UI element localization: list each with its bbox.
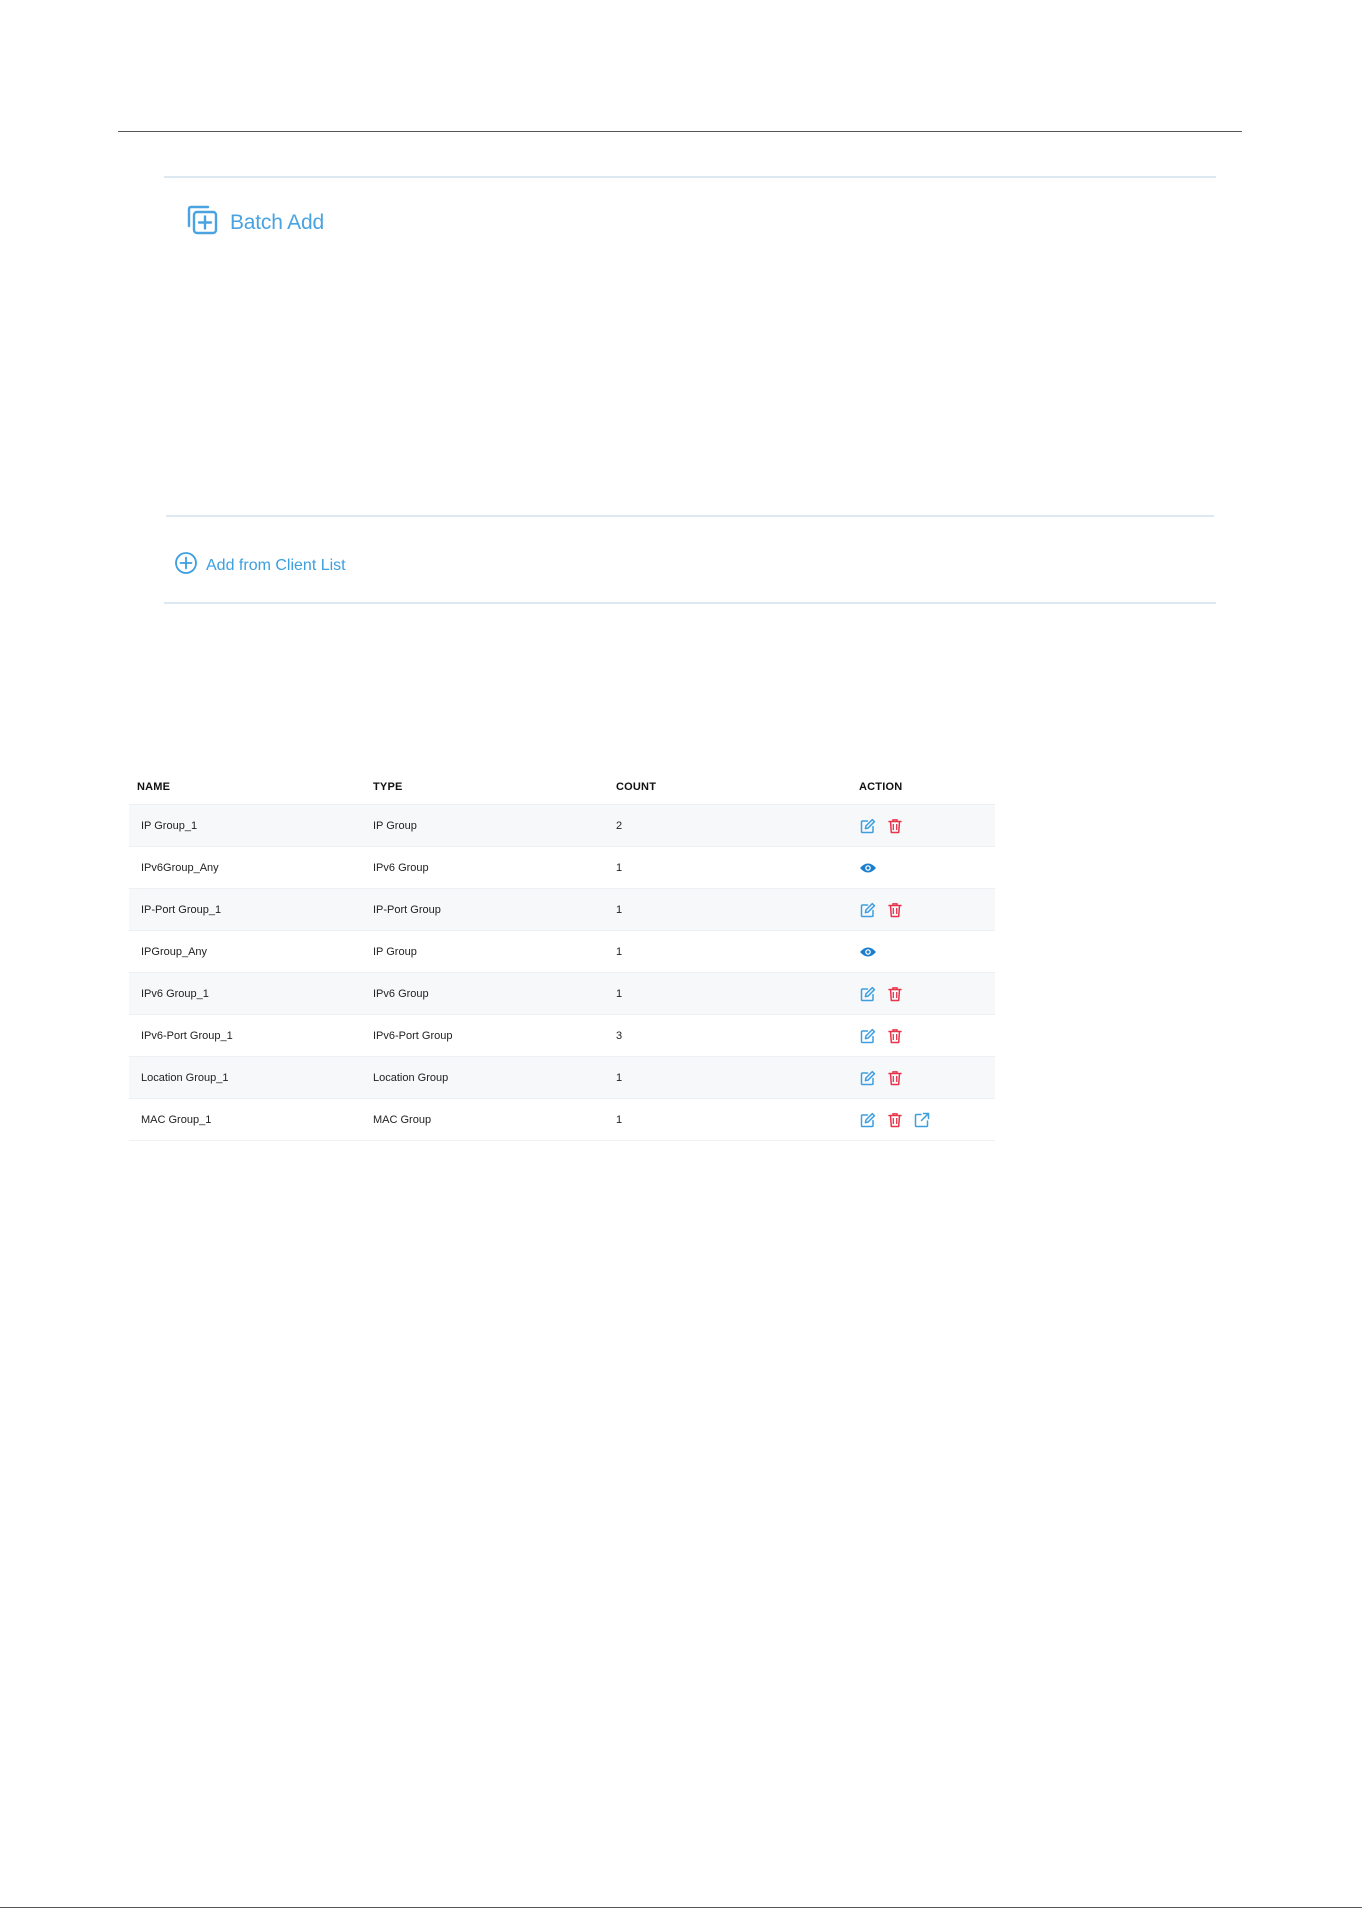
table-row: MAC Group_1 MAC Group 1 <box>129 1099 995 1141</box>
cell-type: IP-Port Group <box>373 903 441 916</box>
cell-action <box>859 1111 995 1129</box>
cell-name: IPv6Group_Any <box>141 861 219 874</box>
cell-type: IP Group <box>373 945 417 958</box>
column-header-name[interactable]: NAME <box>129 781 373 793</box>
cell-action <box>859 859 995 877</box>
cell-count: 1 <box>616 1113 623 1126</box>
cell-count: 1 <box>616 945 623 958</box>
cell-count: 1 <box>616 903 623 916</box>
cell-count: 1 <box>616 861 623 874</box>
edit-icon[interactable] <box>859 985 877 1003</box>
cell-action <box>859 1027 995 1045</box>
cell-name: IPGroup_Any <box>141 945 208 958</box>
edit-icon[interactable] <box>859 1069 877 1087</box>
delete-icon[interactable] <box>886 1111 904 1129</box>
cell-type: IP Group <box>373 819 417 832</box>
delete-icon[interactable] <box>886 1069 904 1087</box>
cell-name: IPv6 Group_1 <box>141 987 209 1000</box>
cell-name: IPv6-Port Group_1 <box>141 1029 233 1042</box>
cell-name: IP-Port Group_1 <box>141 903 222 916</box>
top-divider <box>118 131 1242 132</box>
table-row: IP Group_1 IP Group 2 <box>129 805 995 847</box>
table-row: IPv6-Port Group_1 IPv6-Port Group 3 <box>129 1015 995 1057</box>
panel-divider <box>166 515 1214 517</box>
cell-type: Location Group <box>373 1071 449 1084</box>
batch-add-button[interactable]: Batch Add <box>186 204 324 241</box>
edit-icon[interactable] <box>859 1111 877 1129</box>
plus-circle-icon <box>174 551 198 580</box>
batch-add-icon <box>186 204 220 241</box>
view-icon[interactable] <box>859 859 877 877</box>
cell-type: IPv6-Port Group <box>373 1029 453 1042</box>
cell-action <box>859 943 995 961</box>
cell-count: 2 <box>616 819 623 832</box>
edit-icon[interactable] <box>859 901 877 919</box>
cell-count: 3 <box>616 1029 623 1042</box>
column-header-count[interactable]: COUNT <box>616 781 859 793</box>
delete-icon[interactable] <box>886 901 904 919</box>
table-row: IPv6Group_Any IPv6 Group 1 <box>129 847 995 889</box>
cell-action <box>859 817 995 835</box>
delete-icon[interactable] <box>886 1027 904 1045</box>
cell-action <box>859 901 995 919</box>
cell-type: IPv6 Group <box>373 987 429 1000</box>
export-icon[interactable] <box>913 1111 931 1129</box>
group-table: NAME TYPE COUNT ACTION IP Group_1 IP Grou… <box>129 770 995 1141</box>
batch-add-label: Batch Add <box>230 210 324 234</box>
delete-icon[interactable] <box>886 985 904 1003</box>
table-body: IP Group_1 IP Group 2 IPv6Group_Any IPv6 Gro… <box>129 805 995 1141</box>
cell-name: IP Group_1 <box>141 819 198 832</box>
cell-name: Location Group_1 <box>141 1071 229 1084</box>
delete-icon[interactable] <box>886 817 904 835</box>
cell-count: 1 <box>616 987 623 1000</box>
edit-icon[interactable] <box>859 1027 877 1045</box>
table-row: Location Group_1 Location Group 1 <box>129 1057 995 1099</box>
cell-type: IPv6 Group <box>373 861 429 874</box>
edit-icon[interactable] <box>859 817 877 835</box>
table-row: IP-Port Group_1 IP-Port Group 1 <box>129 889 995 931</box>
table-header: NAME TYPE COUNT ACTION <box>129 770 995 805</box>
bottom-divider <box>0 1907 1362 1908</box>
panel-top-border <box>164 176 1216 178</box>
column-header-action: ACTION <box>859 781 903 793</box>
column-header-type[interactable]: TYPE <box>373 781 616 793</box>
cell-type: MAC Group <box>373 1113 432 1126</box>
add-from-client-list-button[interactable]: Add from Client List <box>174 551 346 580</box>
add-from-client-list-label: Add from Client List <box>206 556 346 574</box>
table-row: IPv6 Group_1 IPv6 Group 1 <box>129 973 995 1015</box>
cell-action <box>859 985 995 1003</box>
cell-count: 1 <box>616 1071 623 1084</box>
table-row: IPGroup_Any IP Group 1 <box>129 931 995 973</box>
panel-bottom-border <box>164 602 1216 604</box>
cell-action <box>859 1069 995 1087</box>
view-icon[interactable] <box>859 943 877 961</box>
cell-name: MAC Group_1 <box>141 1113 212 1126</box>
